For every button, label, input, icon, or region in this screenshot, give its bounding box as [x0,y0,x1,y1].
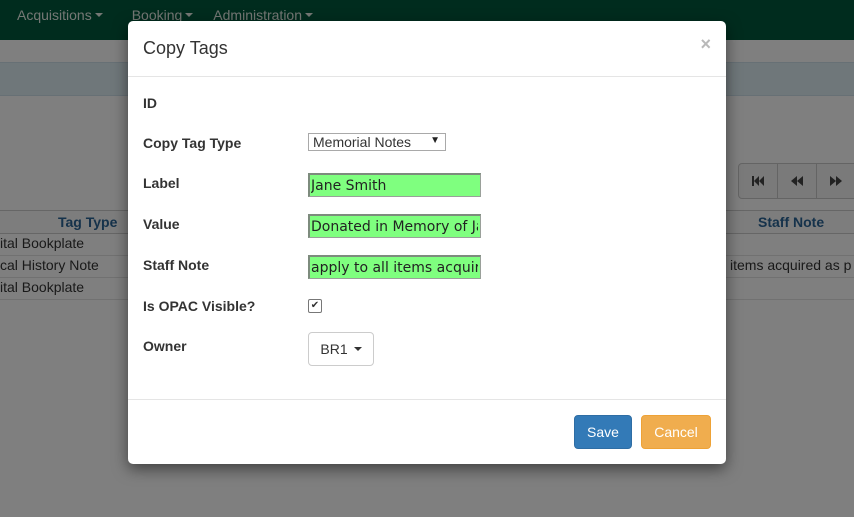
staff-note-input[interactable] [308,255,481,279]
copy-tags-dialog: Copy Tags × ID Copy Tag Type Memorial No… [128,21,726,464]
checkmark-icon: ✔ [310,300,320,311]
staff-note-label: Staff Note [143,257,210,273]
owner-dropdown-button[interactable]: BR1 [308,332,374,366]
value-label: Value [143,216,180,232]
copy-tag-type-label: Copy Tag Type [143,135,242,151]
modal-footer: Save Cancel [128,399,726,465]
cancel-button[interactable]: Cancel [641,415,711,449]
copy-tag-type-value: Memorial Notes [313,134,412,150]
owner-label: Owner [143,338,187,354]
value-input[interactable] [308,214,481,238]
label-label: Label [143,175,180,191]
chevron-down-icon [353,347,362,351]
opac-visible-label: Is OPAC Visible? [143,298,256,314]
modal-title: Copy Tags [143,38,228,58]
opac-visible-checkbox[interactable]: ✔ [308,299,322,313]
modal-header: Copy Tags × [128,21,726,77]
label-input[interactable] [308,173,481,197]
dropdown-arrow-icon: ▼ [430,135,440,146]
owner-value: BR1 [320,341,348,357]
close-icon[interactable]: × [700,34,711,54]
save-button[interactable]: Save [574,415,632,449]
id-label: ID [143,95,157,111]
copy-tag-type-select[interactable]: Memorial Notes ▼ [308,133,446,151]
